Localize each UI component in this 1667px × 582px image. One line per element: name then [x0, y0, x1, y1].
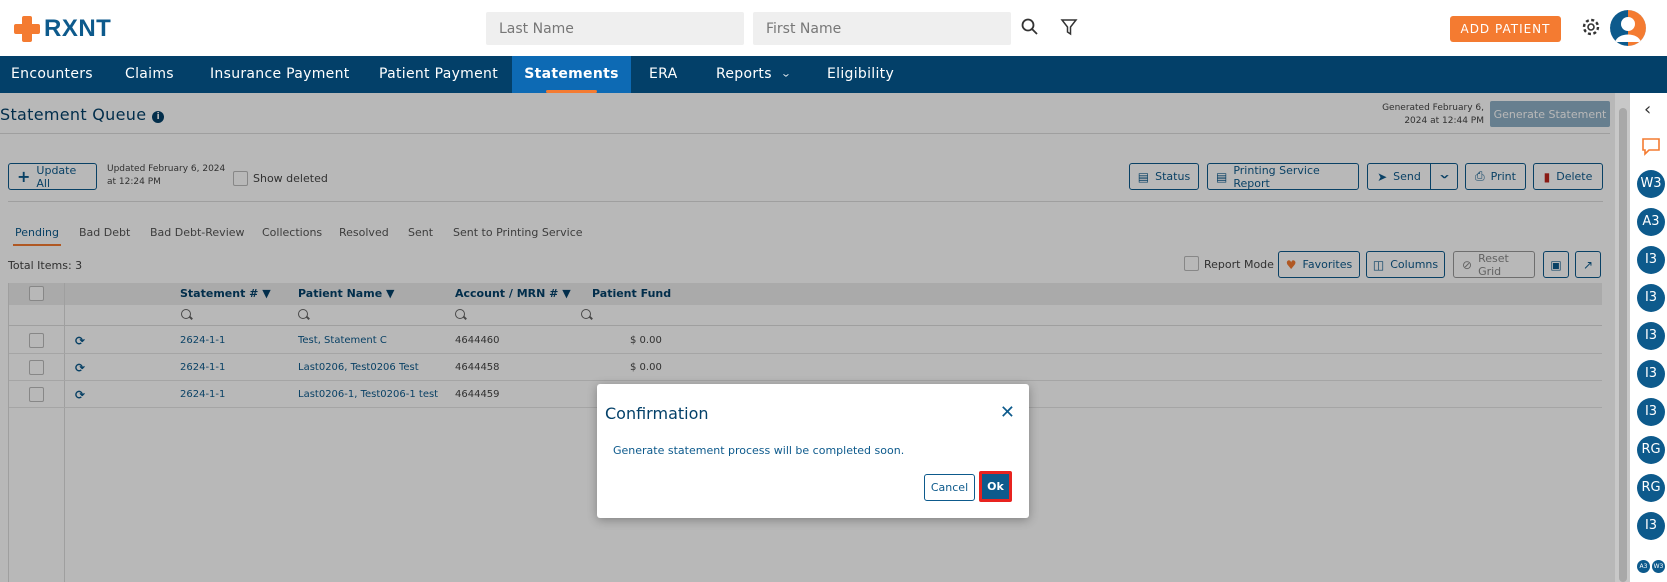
dialog-message: Generate statement process will be compl…: [613, 444, 905, 457]
user-badge[interactable]: RG: [1637, 474, 1665, 502]
chevron-left-icon[interactable]: ‹: [1644, 99, 1651, 120]
confirmation-dialog: Confirmation ✕ Generate statement proces…: [597, 384, 1029, 518]
ok-button[interactable]: Ok: [979, 471, 1012, 502]
user-badge[interactable]: I3: [1637, 322, 1665, 350]
user-badge[interactable]: A3: [1637, 208, 1665, 236]
logo-cross-icon: [12, 14, 42, 44]
cancel-button[interactable]: Cancel: [924, 474, 975, 501]
nav-patient-payment[interactable]: Patient Payment: [368, 56, 509, 93]
user-badge[interactable]: I3: [1637, 284, 1665, 312]
main-nav: Encounters Claims Insurance Payment Pati…: [0, 56, 1667, 93]
search-icon[interactable]: [1020, 17, 1040, 37]
mini-user-badge[interactable]: A3: [1637, 560, 1650, 573]
logo-text: RXNT: [44, 15, 112, 42]
add-patient-button[interactable]: ADD PATIENT: [1450, 16, 1561, 42]
nav-insurance-payment[interactable]: Insurance Payment: [199, 56, 361, 93]
dialog-title: Confirmation: [605, 404, 709, 423]
rxnt-logo[interactable]: RXNT: [12, 14, 111, 44]
user-badge[interactable]: W3: [1637, 170, 1665, 198]
mini-user-badge[interactable]: W3: [1652, 560, 1665, 573]
chevron-down-icon: ›: [777, 73, 792, 78]
user-badge[interactable]: I3: [1637, 398, 1665, 426]
chat-icon[interactable]: [1640, 137, 1662, 157]
nav-eligibility[interactable]: Eligibility: [816, 56, 905, 93]
scrollbar-thumb[interactable]: [1619, 108, 1627, 582]
nav-reports[interactable]: Reports ›: [705, 56, 798, 93]
nav-era[interactable]: ERA: [638, 56, 688, 93]
gear-icon[interactable]: [1581, 17, 1601, 37]
first-name-input[interactable]: [753, 12, 1011, 45]
user-avatar[interactable]: [1610, 10, 1646, 46]
nav-statements[interactable]: Statements: [512, 56, 631, 93]
last-name-input[interactable]: [486, 12, 744, 45]
user-badge[interactable]: I3: [1637, 512, 1665, 540]
top-header: RXNT ADD PATIENT: [0, 0, 1667, 56]
user-badge[interactable]: I3: [1637, 360, 1665, 388]
user-badge[interactable]: I3: [1637, 246, 1665, 274]
nav-encounters[interactable]: Encounters: [0, 56, 104, 93]
close-icon[interactable]: ✕: [1000, 404, 1015, 422]
user-badge[interactable]: RG: [1637, 436, 1665, 464]
nav-claims[interactable]: Claims: [114, 56, 185, 93]
filter-icon[interactable]: [1059, 17, 1079, 37]
